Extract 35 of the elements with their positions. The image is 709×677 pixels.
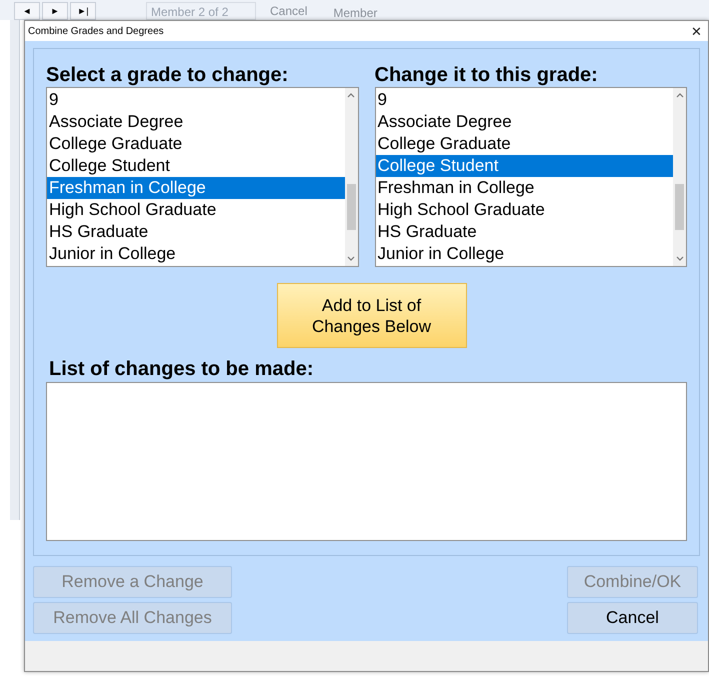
list-item[interactable]: College Graduate xyxy=(376,133,673,155)
nav-button[interactable]: ►| xyxy=(70,2,96,20)
changes-list[interactable] xyxy=(46,382,687,541)
list-label: Select a grade to change: xyxy=(46,63,290,87)
list-item[interactable]: 9 xyxy=(47,89,344,111)
scroll-down-icon[interactable] xyxy=(676,256,684,262)
scroll-thumb[interactable] xyxy=(675,184,684,230)
nav-button[interactable]: ◄ xyxy=(14,2,40,20)
action-button[interactable]: Cancel xyxy=(567,602,698,634)
scroll-up-icon[interactable] xyxy=(347,92,355,98)
list-item[interactable]: Freshman in College xyxy=(47,177,344,199)
scrollbar[interactable] xyxy=(344,88,358,266)
close-button[interactable]: ✕ xyxy=(691,24,702,38)
list-item[interactable]: Junior in College xyxy=(376,243,673,265)
nav-button[interactable]: ► xyxy=(42,2,68,20)
list-item[interactable]: College Graduate xyxy=(47,133,344,155)
scrollbar[interactable] xyxy=(673,88,686,266)
list-item[interactable]: Junior in College xyxy=(47,243,344,265)
list-item[interactable]: High School Graduate xyxy=(47,199,344,221)
scroll-up-icon[interactable] xyxy=(676,92,684,98)
scroll-thumb[interactable] xyxy=(346,184,356,230)
list-item[interactable]: 9 xyxy=(376,89,673,111)
list-item[interactable]: High School Graduate xyxy=(376,199,673,221)
list-item[interactable]: HS Graduate xyxy=(376,221,673,243)
scroll-down-icon[interactable] xyxy=(347,256,355,262)
list-item[interactable]: Associate Degree xyxy=(376,111,673,133)
changes-label: List of changes to be made: xyxy=(49,357,314,381)
list-item[interactable]: Freshman in College xyxy=(376,177,673,199)
list-item[interactable]: College Student xyxy=(376,155,673,177)
list-item[interactable]: College Student xyxy=(47,155,344,177)
list-item[interactable]: HS Graduate xyxy=(47,221,344,243)
window-title: Combine Grades and Degrees xyxy=(28,26,164,36)
list-item[interactable]: Associate Degree xyxy=(47,111,344,133)
list-label: Change it to this grade: xyxy=(374,63,599,87)
add-button[interactable]: Add to List of Changes Below xyxy=(276,283,466,348)
